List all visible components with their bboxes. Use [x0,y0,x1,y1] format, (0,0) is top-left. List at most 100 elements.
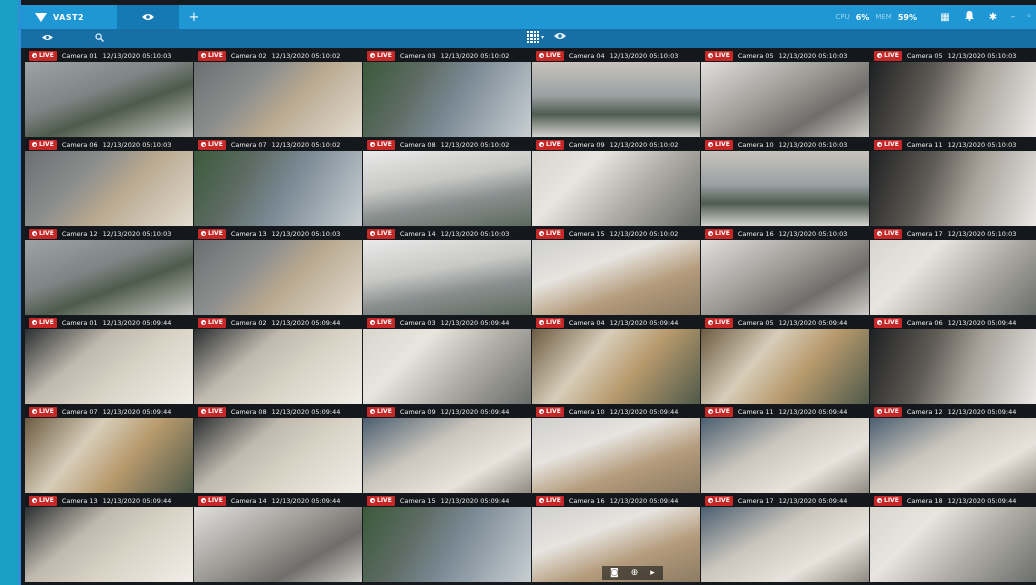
video-feed[interactable] [701,329,869,404]
video-feed[interactable] [194,240,362,315]
add-tab-button[interactable]: + [179,10,209,25]
live-badge: LIVE [705,50,733,61]
camera-tile[interactable]: LIVE Camera 09 12/13/2020 05:10:02 [532,138,700,226]
video-feed[interactable] [25,418,193,493]
video-feed[interactable] [194,151,362,226]
video-feed[interactable] [363,240,531,315]
play-icon[interactable]: ▸ [650,568,655,578]
camera-tile[interactable]: LIVE Camera 05 12/13/2020 05:09:44 [701,316,869,404]
layout-selector[interactable]: ▾ [527,31,544,43]
camera-tile[interactable]: LIVE Camera 11 12/13/2020 05:10:03 [870,138,1036,226]
live-badge: LIVE [705,495,733,506]
camera-tile[interactable]: LIVE Camera 08 12/13/2020 05:09:44 [194,405,362,493]
video-feed[interactable] [532,418,700,493]
view-mode-button[interactable] [554,32,567,43]
minimize-button[interactable]: – [1005,12,1021,22]
video-feed[interactable] [363,151,531,226]
video-feed[interactable] [701,151,869,226]
camera-tile[interactable]: LIVE Camera 16 12/13/2020 05:10:03 [701,227,869,315]
video-feed[interactable] [532,329,700,404]
camera-tile[interactable]: LIVE Camera 02 12/13/2020 05:10:02 [194,49,362,137]
camera-tile[interactable]: LIVE Camera 10 12/13/2020 05:09:44 [532,405,700,493]
video-feed[interactable] [701,240,869,315]
camera-tile[interactable]: LIVE Camera 03 12/13/2020 05:10:02 [363,49,531,137]
more-button[interactable]: ◦ [1021,12,1036,22]
zoom-icon[interactable]: ⊕ [631,568,639,578]
camera-tile[interactable]: LIVE Camera 01 12/13/2020 05:09:44 [25,316,193,404]
camera-tile[interactable]: LIVE Camera 02 12/13/2020 05:09:44 [194,316,362,404]
video-feed[interactable] [870,507,1036,582]
camera-tile[interactable]: LIVE Camera 13 12/13/2020 05:09:44 [25,494,193,582]
camera-tile[interactable]: LIVE Camera 16 12/13/2020 05:09:44 ◙ ⊕ ▸ [532,494,700,582]
camera-tile[interactable]: LIVE Camera 17 12/13/2020 05:10:03 [870,227,1036,315]
video-feed[interactable] [194,329,362,404]
camera-tile[interactable]: LIVE Camera 14 12/13/2020 05:10:03 [363,227,531,315]
bell-icon[interactable] [957,10,981,24]
camera-tile[interactable]: LIVE Camera 06 12/13/2020 05:10:03 [25,138,193,226]
camera-tile[interactable]: LIVE Camera 18 12/13/2020 05:09:44 [870,494,1036,582]
video-feed[interactable] [25,151,193,226]
camera-tile[interactable]: LIVE Camera 17 12/13/2020 05:09:44 [701,494,869,582]
video-feed[interactable] [363,507,531,582]
camera-tile[interactable]: LIVE Camera 05 12/13/2020 05:10:03 [870,49,1036,137]
video-feed[interactable] [194,507,362,582]
video-feed[interactable] [870,151,1036,226]
camera-name: Camera 14 [230,496,267,505]
video-feed[interactable] [701,62,869,137]
camera-name: Camera 16 [737,229,774,238]
layout-icon[interactable]: ▦ [933,12,957,23]
live-badge: LIVE [29,495,57,506]
camera-tile[interactable]: LIVE Camera 05 12/13/2020 05:10:03 [701,49,869,137]
camera-tile[interactable]: LIVE Camera 04 12/13/2020 05:10:03 [532,49,700,137]
video-feed[interactable] [870,240,1036,315]
system-stats: CPU 6% MEM 59% [836,13,918,22]
camera-tile[interactable]: LIVE Camera 03 12/13/2020 05:09:44 [363,316,531,404]
live-badge: LIVE [367,228,395,239]
video-feed[interactable] [701,418,869,493]
camera-tile[interactable]: LIVE Camera 08 12/13/2020 05:10:02 [363,138,531,226]
video-feed[interactable] [363,418,531,493]
video-feed[interactable] [194,62,362,137]
video-feed[interactable] [194,418,362,493]
search-button[interactable] [73,32,125,45]
record-icon [708,142,713,147]
live-label: LIVE [208,141,223,148]
live-label: LIVE [208,52,223,59]
camera-tile[interactable]: LIVE Camera 01 12/13/2020 05:10:03 [25,49,193,137]
video-feed[interactable] [870,62,1036,137]
video-feed[interactable] [25,62,193,137]
video-feed[interactable] [25,329,193,404]
video-feed[interactable] [363,329,531,404]
camera-tile[interactable]: LIVE Camera 15 12/13/2020 05:09:44 [363,494,531,582]
camera-tile[interactable]: LIVE Camera 07 12/13/2020 05:09:44 [25,405,193,493]
video-feed[interactable] [701,507,869,582]
camera-tile[interactable]: LIVE Camera 04 12/13/2020 05:09:44 [532,316,700,404]
tab-live-view[interactable] [117,5,179,29]
tile-header: LIVE Camera 14 12/13/2020 05:09:44 [194,494,362,507]
camera-tile[interactable]: LIVE Camera 07 12/13/2020 05:10:02 [194,138,362,226]
app-logo[interactable]: VAST2 [21,12,117,22]
camera-tile[interactable]: LIVE Camera 06 12/13/2020 05:09:44 [870,316,1036,404]
video-feed[interactable] [532,151,700,226]
camera-tile[interactable]: LIVE Camera 09 12/13/2020 05:09:44 [363,405,531,493]
camera-tile[interactable]: LIVE Camera 15 12/13/2020 05:10:02 [532,227,700,315]
camera-timestamp: 12/13/2020 05:10:03 [102,229,172,238]
camera-tile[interactable]: LIVE Camera 11 12/13/2020 05:09:44 [701,405,869,493]
eye-icon [554,32,567,39]
camera-tile[interactable]: LIVE Camera 14 12/13/2020 05:09:44 [194,494,362,582]
video-feed[interactable] [25,507,193,582]
video-feed[interactable] [532,62,700,137]
camera-tile[interactable]: LIVE Camera 13 12/13/2020 05:10:03 [194,227,362,315]
video-feed[interactable] [870,418,1036,493]
camera-list-button[interactable] [21,34,73,44]
camera-tile[interactable]: LIVE Camera 12 12/13/2020 05:09:44 [870,405,1036,493]
video-feed[interactable] [532,240,700,315]
top-bar: VAST2 + CPU 6% MEM 59% ▦ ✱ – ◦ [21,5,1036,29]
video-feed[interactable] [25,240,193,315]
gear-icon[interactable]: ✱ [981,12,1005,23]
video-feed[interactable] [870,329,1036,404]
video-feed[interactable] [363,62,531,137]
camera-tile[interactable]: LIVE Camera 10 12/13/2020 05:10:03 [701,138,869,226]
camera-tile[interactable]: LIVE Camera 12 12/13/2020 05:10:03 [25,227,193,315]
snapshot-icon[interactable]: ◙ [610,568,619,578]
